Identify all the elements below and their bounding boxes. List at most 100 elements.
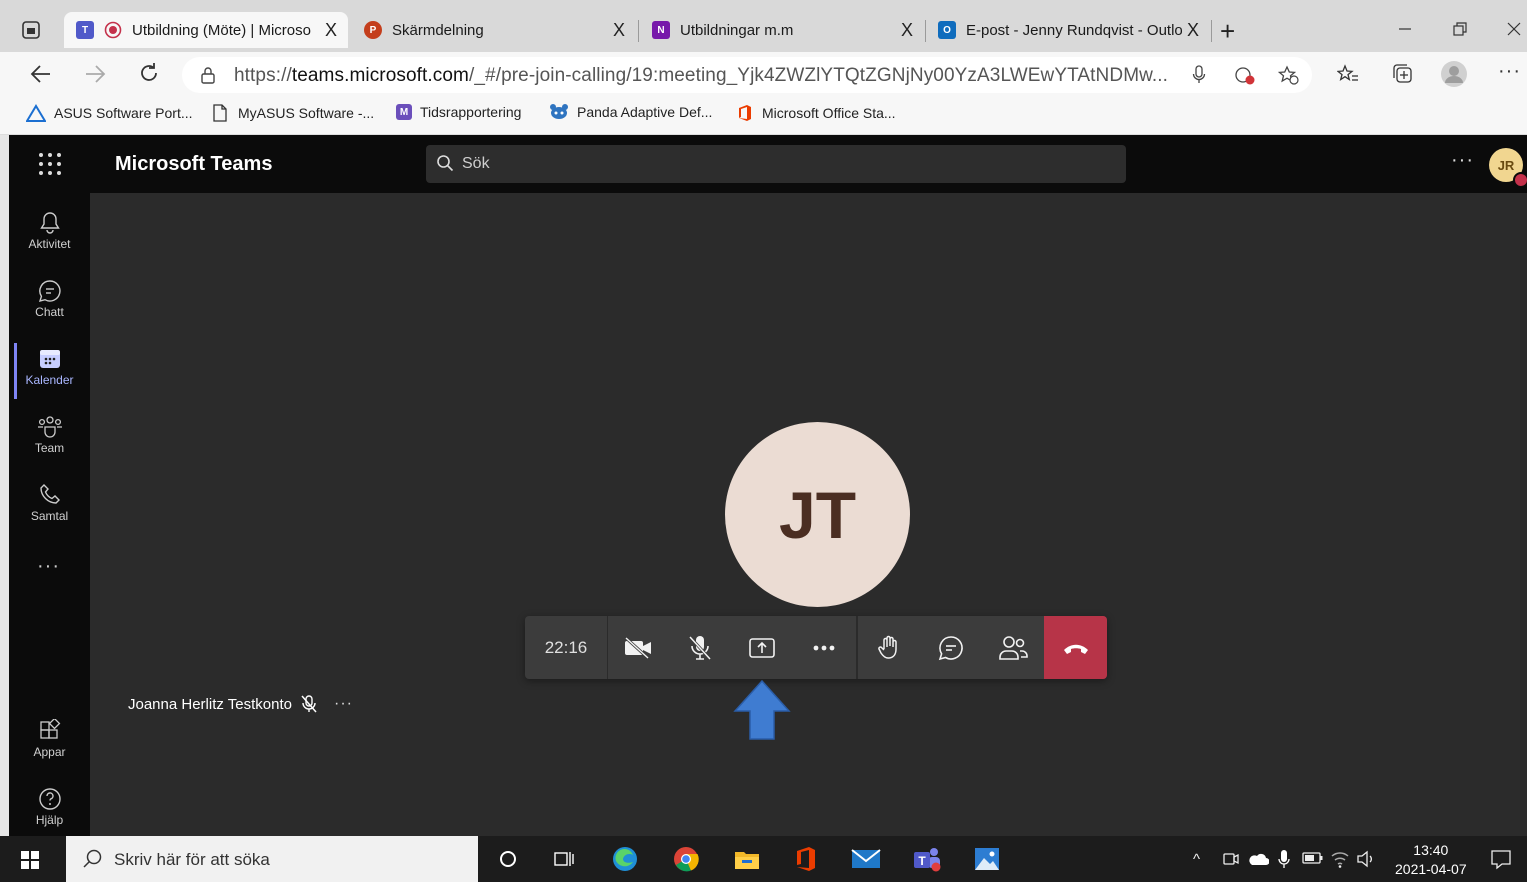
call-timer: 22:16 xyxy=(525,616,608,679)
tab-actions-icon[interactable] xyxy=(20,19,42,41)
notifications-icon[interactable] xyxy=(1490,848,1512,870)
minimize-icon[interactable] xyxy=(1398,22,1412,36)
rail-item-appar[interactable]: Appar xyxy=(9,709,90,771)
teams-taskbar-icon[interactable]: T xyxy=(912,845,942,873)
microphone-button[interactable] xyxy=(669,616,731,679)
page-icon xyxy=(213,104,227,122)
rail-label: Kalender xyxy=(25,373,74,387)
app-title: Microsoft Teams xyxy=(115,153,273,175)
url-text[interactable]: https://teams.microsoft.com/_#/pre-join-… xyxy=(234,65,1168,87)
share-screen-button[interactable] xyxy=(731,616,793,679)
svg-text:T: T xyxy=(918,854,926,868)
leave-call-button[interactable] xyxy=(1044,616,1107,679)
bookmark-office[interactable]: Microsoft Office Sta... xyxy=(736,104,896,122)
rail-item-kalender[interactable]: Kalender xyxy=(9,337,90,399)
tab-title: Utbildningar m.m xyxy=(680,21,794,39)
meet-now-icon[interactable] xyxy=(1222,850,1240,868)
bookmark-label: Panda Adaptive Def... xyxy=(577,104,713,120)
add-favorite-icon[interactable] xyxy=(1278,65,1300,85)
forward-icon[interactable] xyxy=(84,64,106,84)
rail-label: Hjälp xyxy=(35,813,64,827)
windows-start-icon[interactable] xyxy=(20,850,40,870)
bookmark-asus[interactable]: ASUS Software Port... xyxy=(26,104,193,122)
lock-icon[interactable] xyxy=(200,66,216,84)
browser-toolbar: https://teams.microsoft.com/_#/pre-join-… xyxy=(0,52,1527,98)
settings-more-icon[interactable]: ··· xyxy=(1498,60,1521,83)
volume-icon[interactable] xyxy=(1356,850,1376,868)
team-icon xyxy=(37,416,62,438)
outlook-icon: O xyxy=(938,21,956,39)
taskbar-search-placeholder: Skriv här för att söka xyxy=(114,850,270,869)
show-hidden-icons-icon[interactable]: ^ xyxy=(1193,851,1200,868)
camera-button[interactable] xyxy=(607,616,669,679)
tab-close-button[interactable]: X xyxy=(896,20,918,41)
new-tab-button[interactable]: + xyxy=(1220,16,1235,47)
clock-date: 2021-04-07 xyxy=(1395,861,1467,877)
raise-hand-button[interactable] xyxy=(858,616,920,679)
tab-epost[interactable]: O E-post - Jenny Rundqvist - Outlo X xyxy=(926,12,1210,48)
office-icon[interactable] xyxy=(791,845,821,873)
rail-item-chatt[interactable]: Chatt xyxy=(9,269,90,331)
collections-icon[interactable] xyxy=(1392,64,1414,84)
apps-icon xyxy=(39,719,60,739)
bookmark-panda[interactable]: Panda Adaptive Def... xyxy=(549,104,712,120)
taskbar-search-input[interactable]: Skriv här för att söka xyxy=(66,836,478,882)
tab-close-button[interactable]: X xyxy=(1182,20,1204,41)
mic-off-icon xyxy=(688,635,712,660)
mail-icon[interactable] xyxy=(851,845,881,873)
camera-off-icon xyxy=(624,636,651,659)
participants-button[interactable] xyxy=(982,616,1044,679)
search-input[interactable]: Sök xyxy=(426,145,1126,183)
raise-hand-icon xyxy=(878,635,897,659)
microphone-tray-icon[interactable] xyxy=(1278,849,1290,869)
close-window-icon[interactable] xyxy=(1507,22,1521,36)
chat-button[interactable] xyxy=(920,616,982,679)
tab-close-button[interactable]: X xyxy=(608,20,630,41)
task-view-icon[interactable] xyxy=(549,845,579,873)
rail-item-team[interactable]: Team xyxy=(9,405,90,467)
microphone-icon[interactable] xyxy=(1192,65,1206,85)
participant-more-icon[interactable]: ··· xyxy=(334,695,353,713)
windows-taskbar: Skriv här för att söka T ^ 13:40 2021-04… xyxy=(0,836,1527,882)
bookmarks-bar: ASUS Software Port... MyASUS Software -.… xyxy=(0,98,1527,135)
tab-skarmdelning[interactable]: P Skärmdelning X xyxy=(352,12,636,48)
cortana-icon[interactable] xyxy=(493,845,523,873)
teams-app: Microsoft Teams Sök ··· JR Aktivitet Cha… xyxy=(9,135,1527,836)
edge-icon[interactable] xyxy=(610,845,640,873)
bell-icon xyxy=(39,212,60,234)
system-clock[interactable]: 13:40 2021-04-07 xyxy=(1395,841,1467,879)
app-launcher-icon[interactable] xyxy=(39,153,61,175)
favorites-icon[interactable] xyxy=(1337,64,1359,84)
rail-item-samtal[interactable]: Samtal xyxy=(9,473,90,535)
tab-title: Skärmdelning xyxy=(392,21,484,39)
office-icon xyxy=(739,105,751,121)
restore-icon[interactable] xyxy=(1453,22,1467,36)
profile-icon[interactable] xyxy=(1440,60,1468,88)
rail-label: Samtal xyxy=(30,509,69,523)
tab-close-button[interactable]: X xyxy=(320,20,342,41)
tab-utbildningar[interactable]: N Utbildningar m.m X xyxy=(640,12,924,48)
onedrive-icon[interactable] xyxy=(1247,852,1269,866)
wifi-icon[interactable] xyxy=(1330,850,1350,868)
battery-icon[interactable] xyxy=(1302,851,1324,865)
tab-separator xyxy=(638,20,639,42)
rail-item-hjalp[interactable]: Hjälp xyxy=(9,777,90,839)
refresh-icon[interactable] xyxy=(138,62,160,84)
bookmark-myasus[interactable]: MyASUS Software -... xyxy=(212,104,374,122)
share-screen-icon xyxy=(749,637,775,658)
file-explorer-icon[interactable] xyxy=(732,845,762,873)
bookmark-tidsrapportering[interactable]: M Tidsrapportering xyxy=(396,104,521,120)
chrome-icon[interactable] xyxy=(671,845,701,873)
more-options-icon[interactable]: ··· xyxy=(1451,149,1474,172)
tracking-prevention-icon[interactable] xyxy=(1234,65,1256,85)
rail-item-aktivitet[interactable]: Aktivitet xyxy=(9,201,90,263)
more-actions-button[interactable] xyxy=(793,616,855,679)
more-apps-icon[interactable]: ··· xyxy=(37,555,60,578)
rail-label: Team xyxy=(34,441,65,455)
tab-separator xyxy=(1211,20,1212,42)
address-bar[interactable]: https://teams.microsoft.com/_#/pre-join-… xyxy=(182,57,1312,93)
bookmark-label: Tidsrapportering xyxy=(420,104,522,120)
tab-utbildning[interactable]: T Utbildning (Möte) | Microso X xyxy=(64,12,348,48)
back-icon[interactable] xyxy=(30,64,52,84)
photos-icon[interactable] xyxy=(972,845,1002,873)
